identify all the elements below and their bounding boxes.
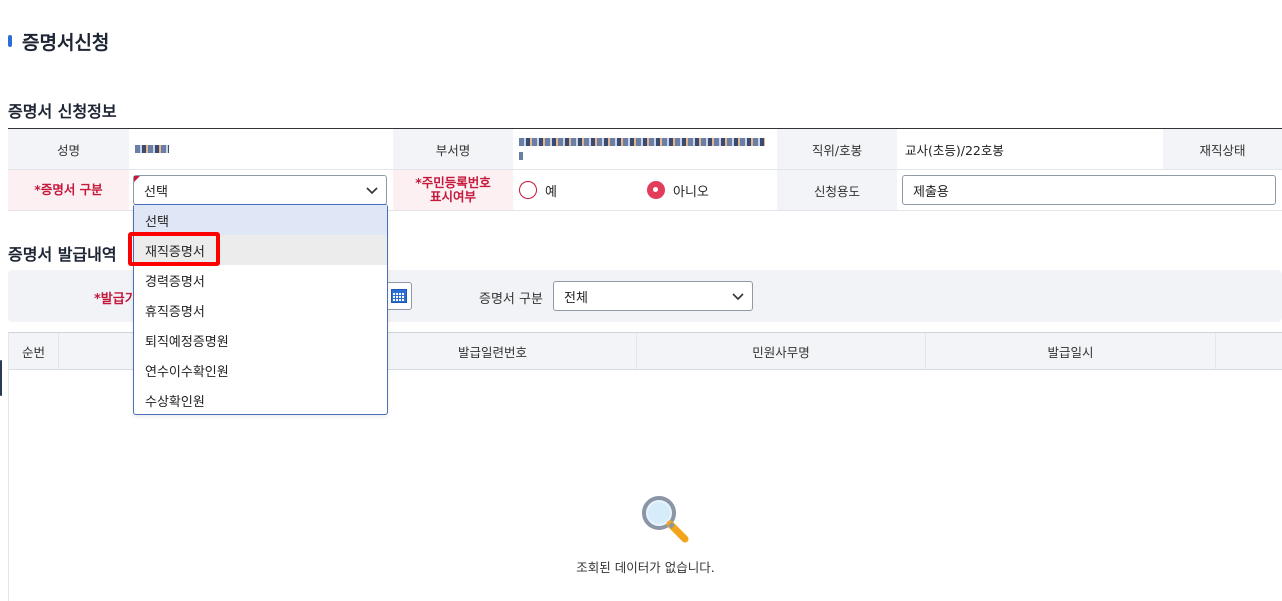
resident-display-label: *주민등록번호 표시여부 xyxy=(393,170,513,210)
empty-state: 조회된 데이터가 없습니다. xyxy=(9,493,1282,576)
chevron-down-icon xyxy=(366,187,378,195)
apply-info-table: 성명 부서명 직위/호봉 교사(초등)/22호봉 재직상태 *증명서 구분 선택 xyxy=(8,128,1282,211)
name-value xyxy=(129,129,393,169)
col-extra xyxy=(1216,333,1282,369)
radio-no-label: 아니오 xyxy=(673,184,709,200)
cert-type-selected-value: 선택 xyxy=(144,184,168,200)
title-accent-bar xyxy=(8,35,12,47)
radio-yes-label: 예 xyxy=(545,184,557,200)
empty-message: 조회된 데이터가 없습니다. xyxy=(576,560,715,575)
resident-label-line1: *주민등록번호 xyxy=(415,174,491,190)
purpose-label: 신청용도 xyxy=(777,170,897,210)
purpose-cell: 제출용 xyxy=(897,170,1282,210)
dept-value xyxy=(513,129,777,169)
issue-period-label: *발급기 xyxy=(94,292,137,307)
page-title: 증명서신청 xyxy=(8,28,109,54)
apply-section-title: 증명서 신청정보 xyxy=(8,102,117,121)
page-title-text: 증명서신청 xyxy=(22,31,110,54)
cert-type-select[interactable]: 선택 xyxy=(133,175,387,205)
certificate-application-page: 증명서신청 증명서 신청정보 성명 부서명 직위/호봉 교사(초등)/22호봉 … xyxy=(0,0,1282,601)
position-label: 직위/호봉 xyxy=(777,129,897,169)
resident-label-line2: 표시여부 xyxy=(429,189,476,204)
calendar-button[interactable] xyxy=(386,282,412,310)
radio-yes-circle xyxy=(519,181,537,199)
chevron-down-icon xyxy=(732,293,744,301)
dropdown-option-award-cert[interactable]: 수상확인원 xyxy=(134,385,387,415)
cert-type-label: *증명서 구분 xyxy=(8,170,129,210)
dropdown-option-select[interactable]: 선택 xyxy=(134,205,387,235)
name-label: 성명 xyxy=(8,129,129,169)
dropdown-option-career-cert[interactable]: 경력증명서 xyxy=(134,265,387,295)
status-label: 재직상태 xyxy=(1163,129,1282,169)
dept-label: 부서명 xyxy=(393,129,513,169)
cert-type-dropdown-list[interactable]: 선택 재직증명서 경력증명서 휴직증명서 퇴직예정증명원 연수이수확인원 수상확… xyxy=(133,204,388,415)
history-section-title: 증명서 발급내역 xyxy=(8,245,117,264)
magnifier-icon xyxy=(641,496,688,543)
col-datetime: 발급일시 xyxy=(926,333,1216,369)
cert-kind-selected-value: 전체 xyxy=(564,290,588,306)
info-row-1: 성명 부서명 직위/호봉 교사(초등)/22호봉 재직상태 xyxy=(8,129,1282,170)
redacted-dept xyxy=(519,138,765,146)
col-office: 민원사무명 xyxy=(637,333,926,369)
radio-no[interactable]: 아니오 xyxy=(647,181,709,200)
redacted-name xyxy=(135,145,169,153)
left-edge-marker xyxy=(0,360,2,396)
resident-radio-group: 예 아니오 xyxy=(513,170,777,210)
calendar-icon xyxy=(391,289,407,303)
col-seq: 순번 xyxy=(9,333,59,369)
purpose-input[interactable]: 제출용 xyxy=(902,175,1276,205)
position-value: 교사(초등)/22호봉 xyxy=(905,142,1004,158)
cert-kind-label: 증명서 구분 xyxy=(479,292,543,307)
dropdown-option-employment-cert[interactable]: 재직증명서 xyxy=(134,235,387,265)
redacted-dept-2 xyxy=(519,152,523,160)
cert-kind-select[interactable]: 전체 xyxy=(553,281,753,311)
radio-no-circle xyxy=(647,181,665,199)
required-marker xyxy=(134,176,140,182)
dropdown-option-leave-cert[interactable]: 휴직증명서 xyxy=(134,295,387,325)
radio-yes[interactable]: 예 xyxy=(519,181,647,200)
dropdown-option-training-cert[interactable]: 연수이수확인원 xyxy=(134,355,387,385)
dropdown-option-retirement-cert[interactable]: 퇴직예정증명원 xyxy=(134,325,387,355)
